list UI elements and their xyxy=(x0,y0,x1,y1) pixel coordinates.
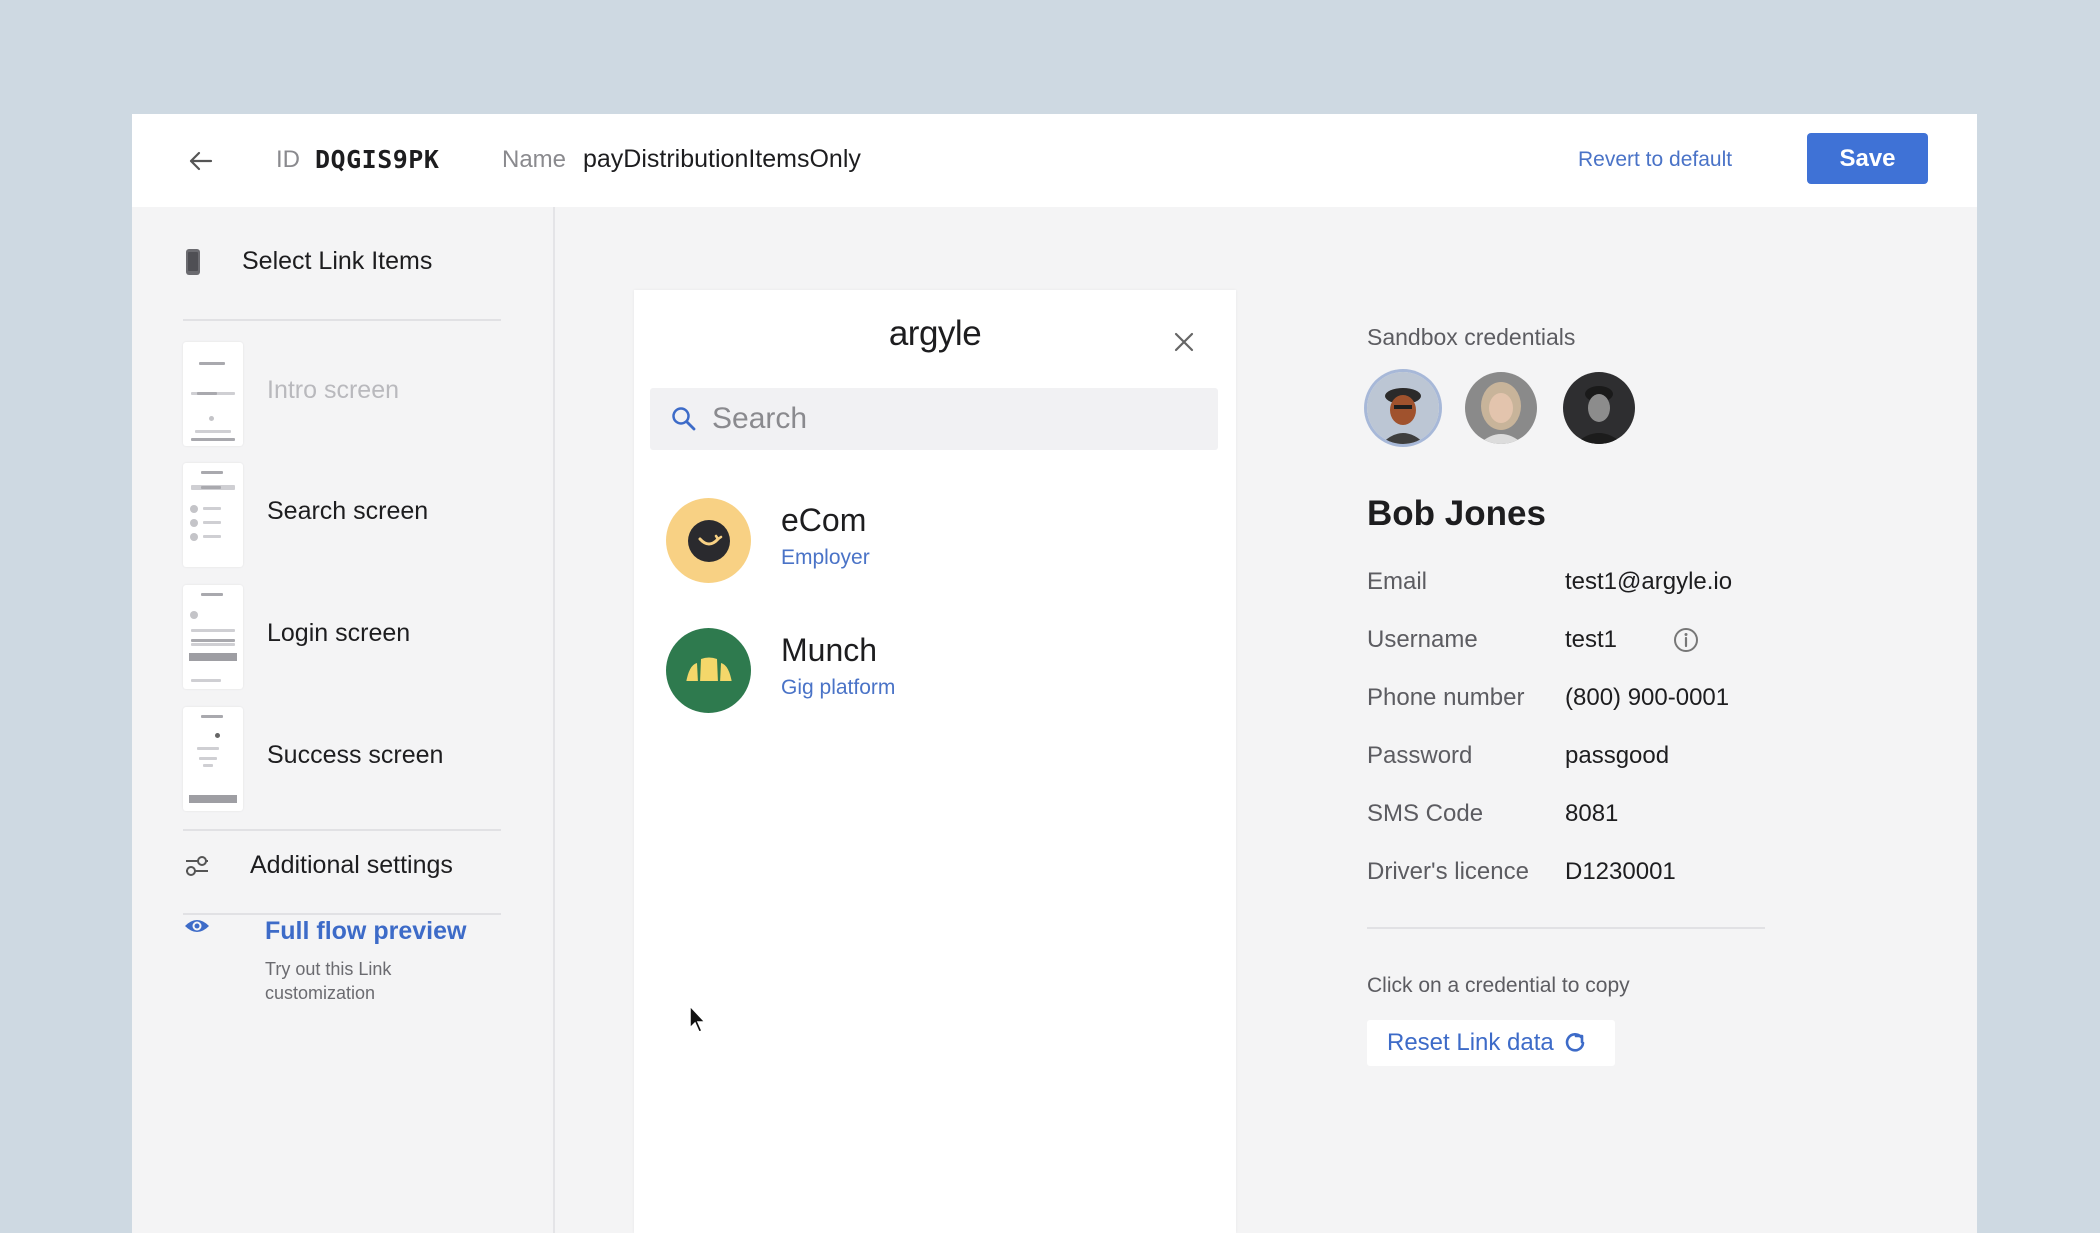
close-icon[interactable] xyxy=(1170,328,1198,356)
munch-logo xyxy=(666,628,751,713)
munch-logo-icon xyxy=(685,657,732,684)
credential-value[interactable]: 8081 xyxy=(1565,800,1618,828)
search-input[interactable] xyxy=(712,402,1192,436)
revert-to-default-link[interactable]: Revert to default xyxy=(1578,148,1732,172)
company-type: Employer xyxy=(781,546,870,569)
divider xyxy=(183,829,501,831)
credential-value[interactable]: D1230001 xyxy=(1565,858,1676,886)
login-screen-thumbnail xyxy=(183,585,243,689)
link-preview-modal: argyle eCom Employer xyxy=(634,290,1236,1233)
screen-label: Intro screen xyxy=(267,376,400,404)
avatar-user-1[interactable] xyxy=(1367,372,1439,444)
sidebar-divider xyxy=(553,207,555,1233)
credential-username[interactable]: Username test1 xyxy=(1367,626,1787,666)
save-button[interactable]: Save xyxy=(1807,133,1928,184)
credential-key: Driver's licence xyxy=(1367,858,1529,885)
id-label: ID xyxy=(276,146,300,173)
sidebar-title: Select Link Items xyxy=(242,247,433,275)
credential-password[interactable]: Password passgood xyxy=(1367,742,1787,782)
sidebar: Select Link Items Intro screen Search sc… xyxy=(132,207,553,1233)
company-name: eCom xyxy=(781,502,867,538)
credential-key: Password xyxy=(1367,742,1473,769)
name-label: Name xyxy=(502,146,567,173)
search-box xyxy=(650,388,1218,450)
search-icon xyxy=(672,407,696,431)
back-button[interactable] xyxy=(182,142,220,180)
refresh-icon xyxy=(1565,1033,1585,1052)
person-avatar-icon xyxy=(1367,372,1439,444)
credential-sms-code[interactable]: SMS Code 8081 xyxy=(1367,800,1787,840)
ecom-logo xyxy=(666,498,751,583)
credential-key: Username xyxy=(1367,626,1478,653)
credential-key: SMS Code xyxy=(1367,800,1484,827)
avatar-user-3[interactable] xyxy=(1563,372,1635,444)
divider xyxy=(183,319,501,321)
screen-label: Success screen xyxy=(267,741,444,769)
screen-label: Search screen xyxy=(267,497,429,525)
copy-hint: Click on a credential to copy xyxy=(1367,974,1630,997)
sidebar-item-search-screen[interactable]: Search screen xyxy=(183,463,513,567)
screen-label: Login screen xyxy=(267,619,411,647)
app-window: ID DQGIS9PK Name payDistributionItemsOnl… xyxy=(132,114,1977,1233)
info-icon[interactable] xyxy=(1673,627,1699,653)
credential-email[interactable]: Email test1@argyle.io xyxy=(1367,568,1787,608)
additional-settings-label: Additional settings xyxy=(250,851,453,879)
intro-screen-thumbnail xyxy=(183,342,243,446)
full-flow-preview-subtitle: Try out this Link customization xyxy=(265,959,392,1003)
full-flow-preview-title[interactable]: Full flow preview xyxy=(265,917,466,946)
company-type: Gig platform xyxy=(781,676,896,699)
phone-icon xyxy=(186,248,200,275)
sandbox-credentials-title: Sandbox credentials xyxy=(1367,324,1576,350)
credential-value[interactable]: (800) 900-0001 xyxy=(1565,684,1729,712)
sidebar-header: Select Link Items xyxy=(184,247,432,276)
company-item-ecom[interactable]: eCom Employer xyxy=(666,498,1206,588)
credential-value[interactable]: test1@argyle.io xyxy=(1565,568,1732,596)
credential-key: Phone number xyxy=(1367,684,1525,711)
ecom-logo-icon xyxy=(687,519,730,562)
avatar-user-2[interactable] xyxy=(1465,372,1537,444)
id-value: DQGIS9PK xyxy=(315,145,440,174)
mouse-cursor-icon xyxy=(689,1004,707,1033)
divider xyxy=(183,913,501,915)
sidebar-item-additional-settings[interactable]: Additional settings xyxy=(184,851,453,880)
credential-key: Email xyxy=(1367,568,1428,595)
reset-link-data-label: Reset Link data xyxy=(1387,1029,1554,1056)
arrow-left-icon xyxy=(189,151,213,171)
credential-value[interactable]: passgood xyxy=(1565,742,1669,770)
company-name: Munch xyxy=(781,632,878,668)
credential-phone-number[interactable]: Phone number (800) 900-0001 xyxy=(1367,684,1787,724)
search-screen-thumbnail xyxy=(183,463,243,567)
eye-icon xyxy=(185,920,209,932)
top-bar: ID DQGIS9PK Name payDistributionItemsOnl… xyxy=(132,114,1977,207)
sidebar-item-login-screen[interactable]: Login screen xyxy=(183,585,513,689)
credential-value[interactable]: test1 xyxy=(1565,626,1617,654)
person-avatar-icon xyxy=(1465,372,1537,444)
selected-user-name: Bob Jones xyxy=(1367,494,1546,533)
reset-link-data-button[interactable]: Reset Link data xyxy=(1367,1020,1615,1066)
divider xyxy=(1367,927,1765,929)
sidebar-item-intro-screen[interactable]: Intro screen xyxy=(183,342,513,446)
person-avatar-icon xyxy=(1563,372,1635,444)
argyle-logo: argyle xyxy=(888,314,982,353)
credential-drivers-licence[interactable]: Driver's licence D1230001 xyxy=(1367,858,1787,898)
name-value[interactable]: payDistributionItemsOnly xyxy=(583,145,861,174)
sliders-icon xyxy=(186,855,208,876)
success-screen-thumbnail xyxy=(183,707,243,811)
sidebar-item-success-screen[interactable]: Success screen xyxy=(183,707,513,811)
company-item-munch[interactable]: Munch Gig platform xyxy=(666,628,1206,718)
